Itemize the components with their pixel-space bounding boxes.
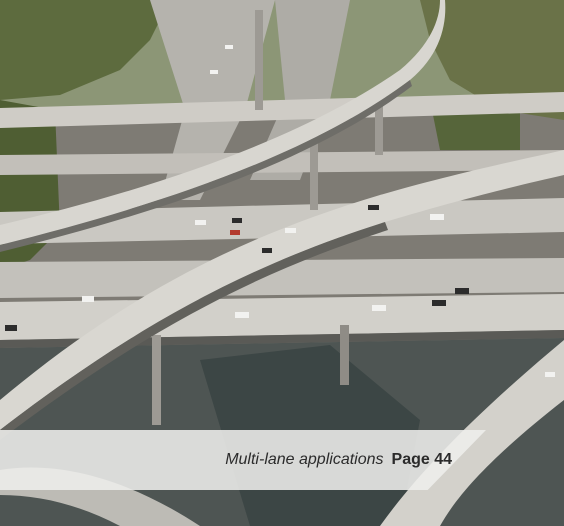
freeway-interchange-photo: Multi-lane applications Page 44 [0, 0, 564, 526]
caption-text: Multi-lane applications Page 44 [225, 451, 452, 469]
car [430, 214, 444, 220]
red-car [230, 230, 240, 235]
car [285, 228, 296, 233]
pillar [340, 325, 349, 385]
car [545, 372, 555, 377]
car [195, 220, 206, 225]
car [5, 325, 17, 331]
page-reference[interactable]: Page 44 [392, 451, 452, 468]
car [262, 248, 272, 253]
pillar [255, 10, 263, 110]
car [432, 300, 446, 306]
pillar [375, 105, 383, 155]
car [368, 205, 379, 210]
car [210, 70, 218, 74]
pillar [152, 335, 161, 425]
car [235, 312, 249, 318]
car [225, 45, 233, 49]
car [82, 296, 94, 302]
car [232, 218, 242, 223]
caption-banner: Multi-lane applications Page 44 [0, 430, 486, 490]
car [455, 288, 469, 294]
car [372, 305, 386, 311]
caption-title: Multi-lane applications [225, 451, 384, 468]
